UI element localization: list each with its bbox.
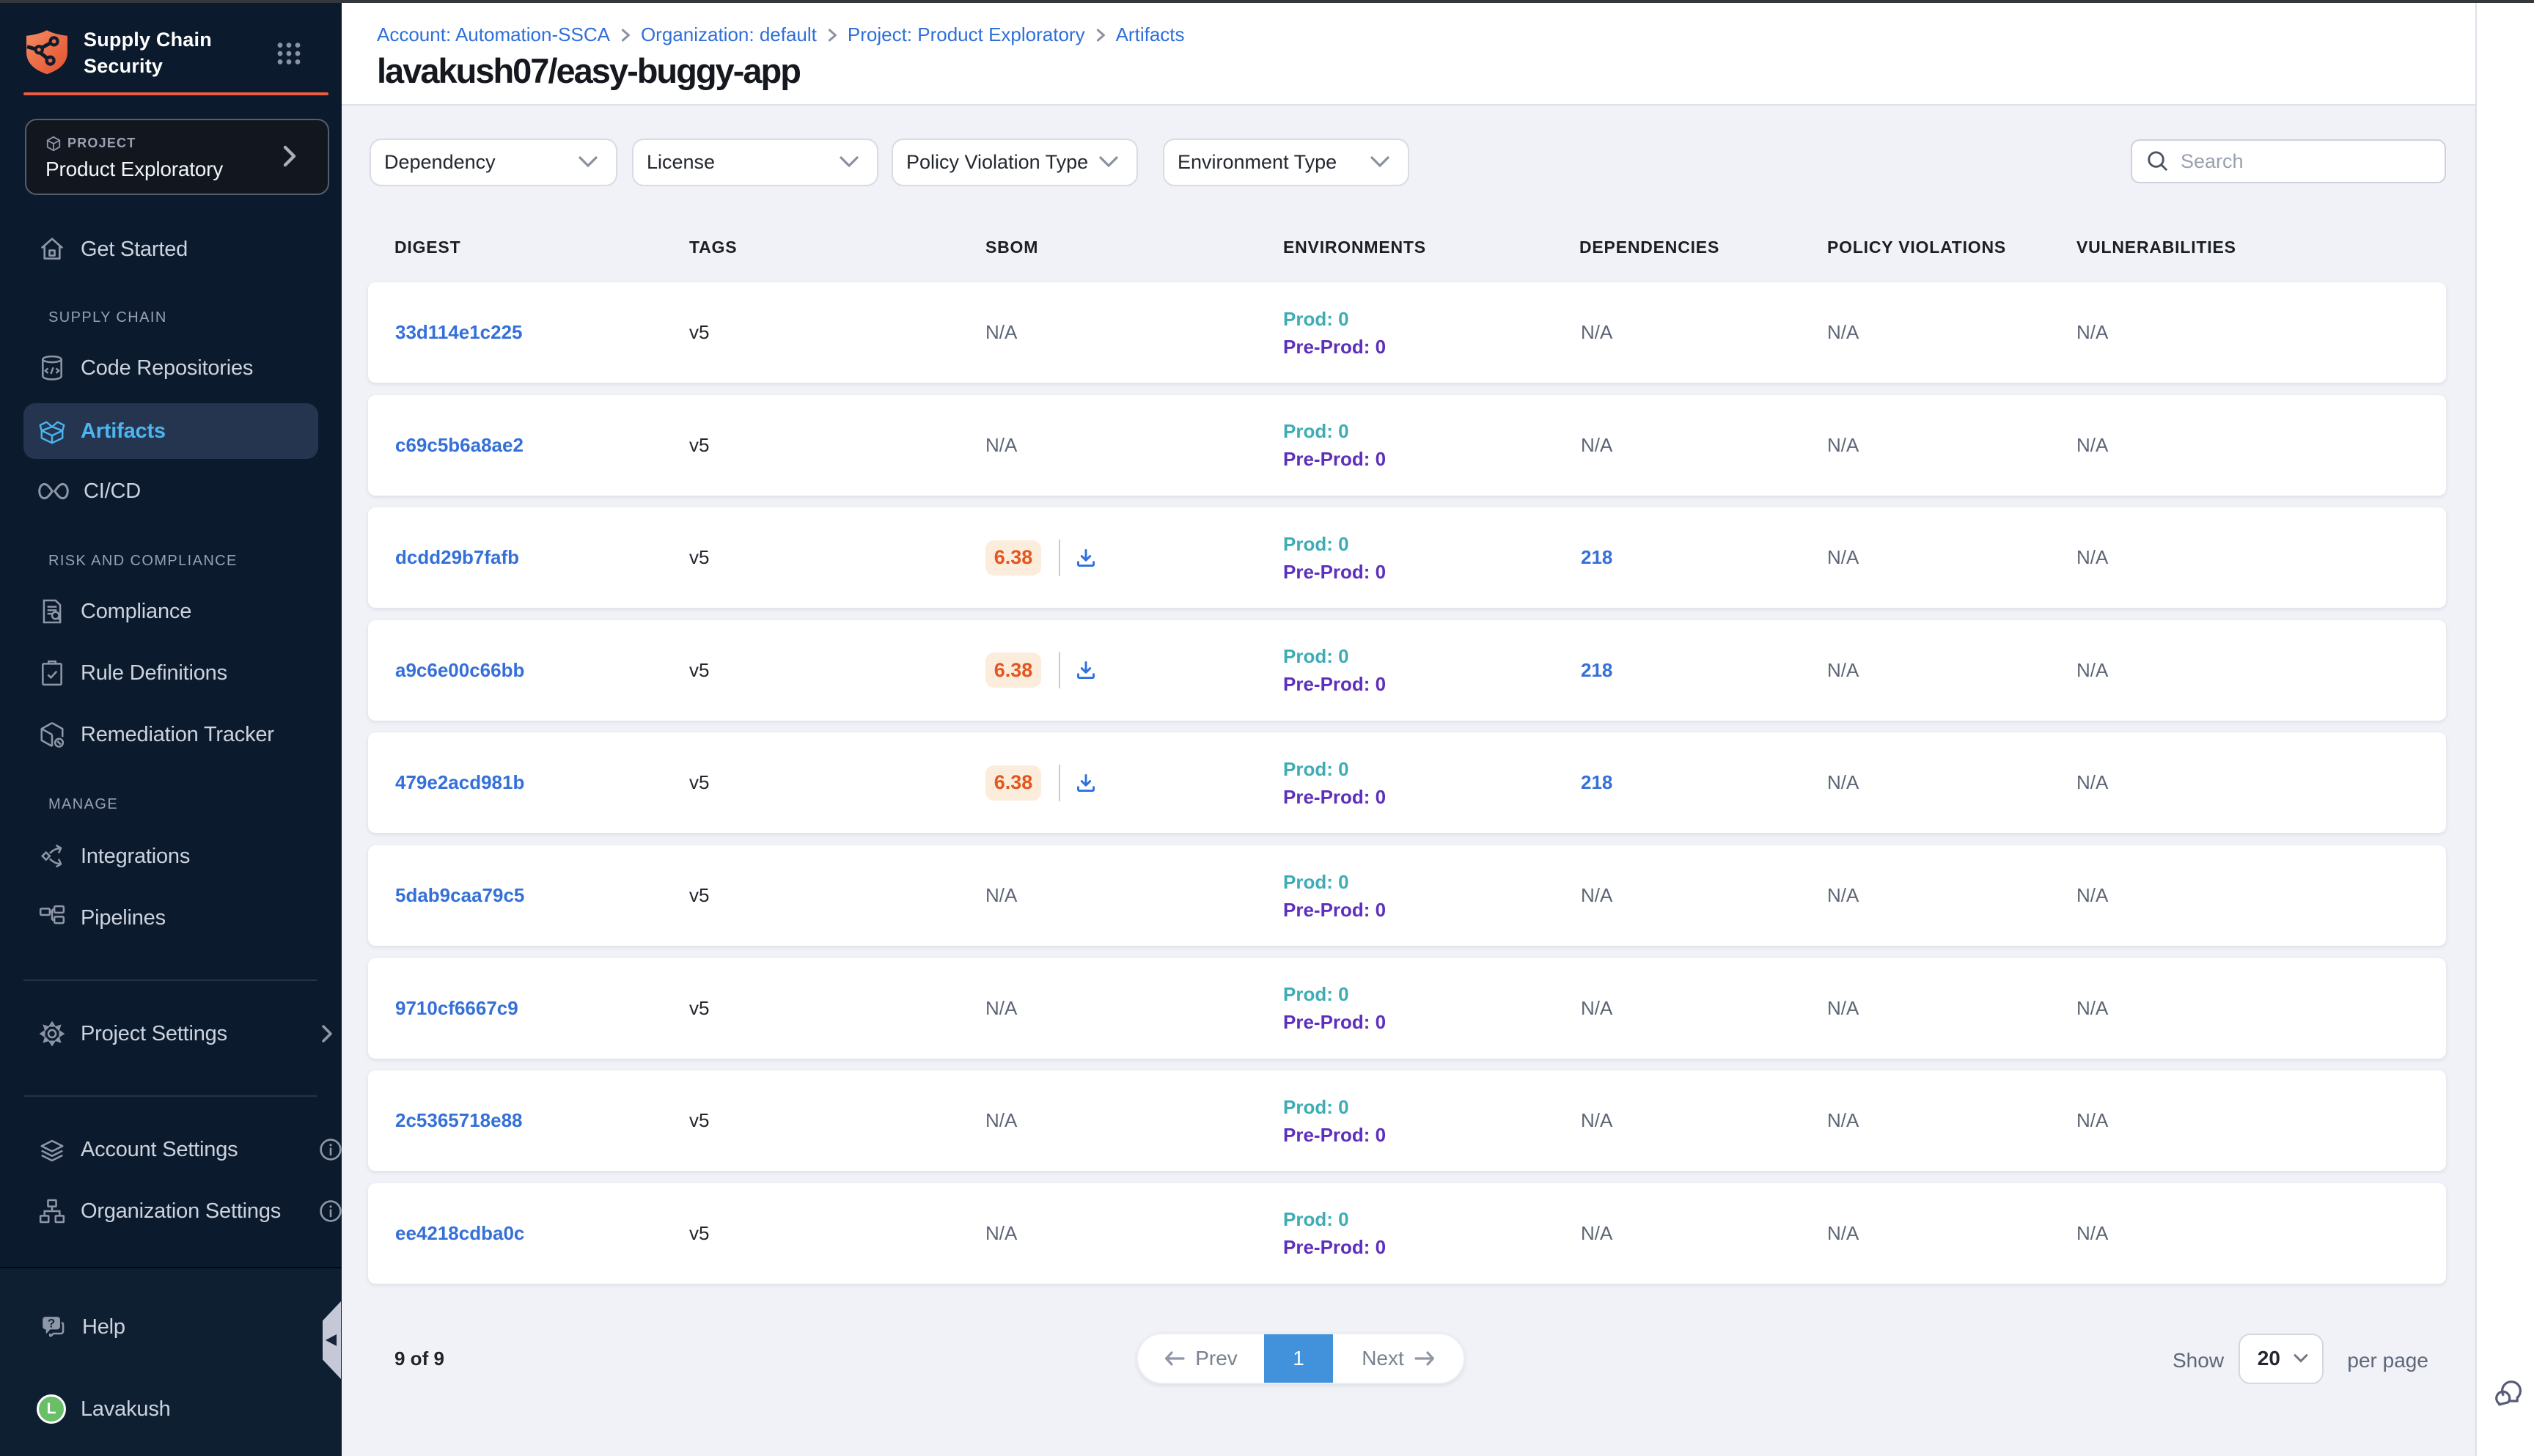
svg-text:?: ? (48, 1316, 55, 1330)
